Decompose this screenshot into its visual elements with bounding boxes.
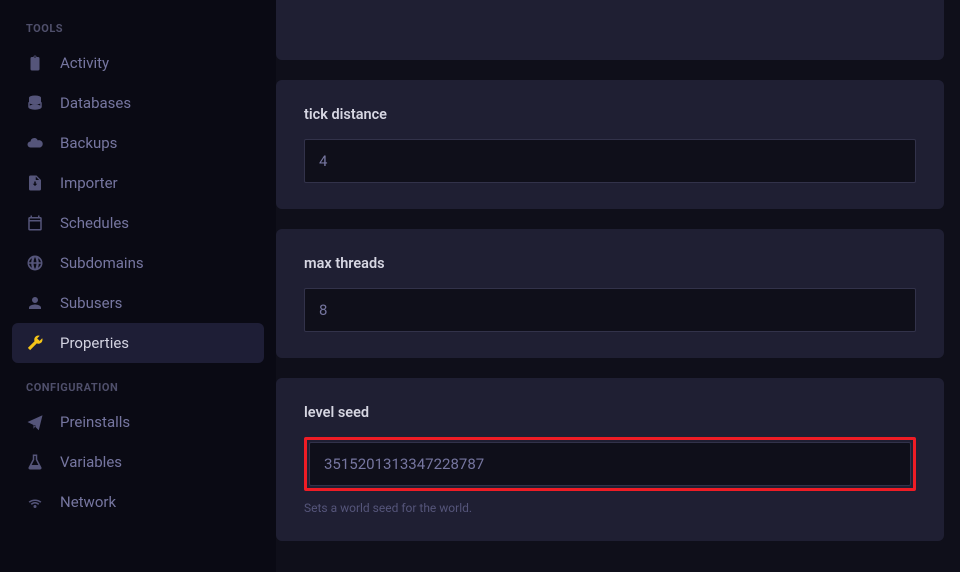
file-download-icon bbox=[26, 174, 44, 192]
property-label: level seed bbox=[304, 404, 916, 421]
level-seed-input[interactable] bbox=[309, 442, 911, 486]
highlight-annotation bbox=[304, 437, 916, 491]
sidebar-item-importer[interactable]: Importer bbox=[12, 163, 264, 203]
main-content: tick distance max threads level seed Set… bbox=[276, 0, 960, 572]
sidebar-item-label: Backups bbox=[60, 134, 117, 152]
property-card-max-threads: max threads bbox=[276, 229, 944, 358]
sidebar-item-label: Importer bbox=[60, 174, 118, 192]
user-icon bbox=[26, 294, 44, 312]
globe-icon bbox=[26, 254, 44, 272]
sidebar-item-subdomains[interactable]: Subdomains bbox=[12, 243, 264, 283]
sidebar-item-label: Network bbox=[60, 493, 116, 511]
clipboard-icon bbox=[26, 54, 44, 72]
max-threads-input[interactable] bbox=[304, 288, 916, 332]
property-label: tick distance bbox=[304, 106, 916, 123]
cloud-icon bbox=[26, 134, 44, 152]
sidebar-item-properties[interactable]: Properties bbox=[12, 323, 264, 363]
database-icon bbox=[26, 94, 44, 112]
sidebar-item-label: Schedules bbox=[60, 214, 129, 232]
sidebar-item-label: Activity bbox=[60, 54, 109, 72]
sidebar-item-databases[interactable]: Databases bbox=[12, 83, 264, 123]
wifi-icon bbox=[26, 493, 44, 511]
calendar-icon bbox=[26, 214, 44, 232]
sidebar-item-label: Properties bbox=[60, 334, 129, 352]
property-card-tick-distance: tick distance bbox=[276, 80, 944, 209]
sidebar-item-label: Subdomains bbox=[60, 254, 144, 272]
sidebar-item-activity[interactable]: Activity bbox=[12, 43, 264, 83]
wrench-icon bbox=[26, 334, 44, 352]
sidebar: TOOLS Activity Databases Backups Importe… bbox=[0, 0, 276, 572]
sidebar-item-backups[interactable]: Backups bbox=[12, 123, 264, 163]
paper-plane-icon bbox=[26, 413, 44, 431]
sidebar-item-label: Subusers bbox=[60, 294, 122, 312]
property-card-top-cutoff bbox=[276, 0, 944, 60]
sidebar-item-subusers[interactable]: Subusers bbox=[12, 283, 264, 323]
property-label: max threads bbox=[304, 255, 916, 272]
property-help-text: Sets a world seed for the world. bbox=[304, 501, 916, 515]
sidebar-item-preinstalls[interactable]: Preinstalls bbox=[12, 402, 264, 442]
property-card-level-seed: level seed Sets a world seed for the wor… bbox=[276, 378, 944, 541]
sidebar-item-label: Preinstalls bbox=[60, 413, 130, 431]
sidebar-item-network[interactable]: Network bbox=[12, 482, 264, 522]
flask-icon bbox=[26, 453, 44, 471]
sidebar-item-variables[interactable]: Variables bbox=[12, 442, 264, 482]
sidebar-item-label: Databases bbox=[60, 94, 131, 112]
sidebar-item-label: Variables bbox=[60, 453, 122, 471]
sidebar-section-config-heading: CONFIGURATION bbox=[26, 381, 264, 394]
tick-distance-input[interactable] bbox=[304, 139, 916, 183]
sidebar-section-tools-heading: TOOLS bbox=[26, 22, 264, 35]
sidebar-item-schedules[interactable]: Schedules bbox=[12, 203, 264, 243]
